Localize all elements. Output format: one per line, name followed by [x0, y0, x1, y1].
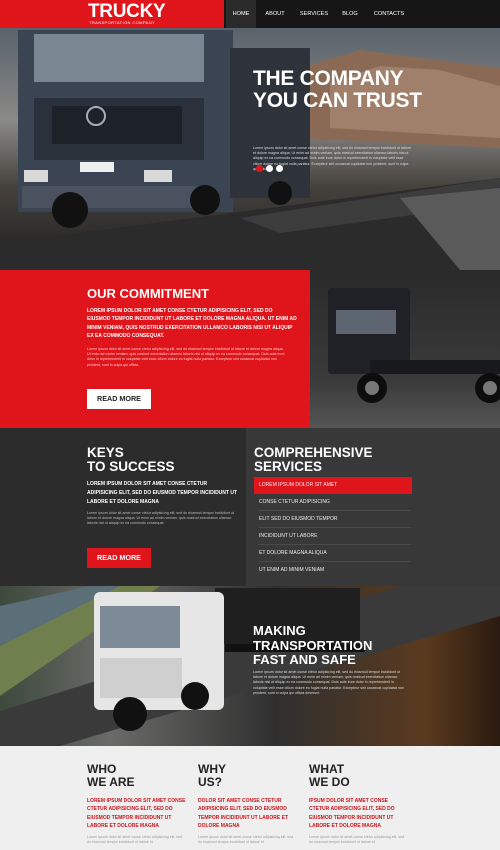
keys-read-more-button[interactable]: READ MORE [87, 548, 151, 568]
nav-blog[interactable]: BLOG [336, 0, 364, 28]
logo-tagline: TRANSPORTATION COMPANY [89, 20, 156, 25]
who-title: WHO WE ARE [87, 763, 135, 789]
slider-dot-1[interactable] [256, 165, 263, 172]
nav-contacts[interactable]: CONTACTS [366, 0, 412, 28]
truck-image [0, 30, 500, 270]
service-item-1[interactable]: LOREM IPSUM DOLOR SIT AMET [259, 477, 411, 494]
white-truck-image [0, 586, 500, 746]
hero-title: THE COMPANY YOU CAN TRUST [253, 68, 422, 112]
commitment-lead: LOREM IPSUM DOLOR SIT AMET CONSE CTETUR … [87, 308, 297, 339]
what-title-line2: WE DO [309, 775, 350, 789]
keys-lead: LOREM IPSUM DOLOR SIT AMET CONSE CTETUR … [87, 481, 237, 505]
hero-title-line1: THE COMPANY [253, 67, 404, 90]
services-title-line2: SERVICES [254, 459, 323, 474]
making-section [0, 586, 500, 746]
nav-home[interactable]: HOME [226, 0, 256, 28]
commitment-read-more-button[interactable]: READ MORE [87, 389, 151, 409]
what-title: WHAT WE DO [309, 763, 350, 789]
hero-title-line2: YOU CAN TRUST [253, 89, 422, 112]
slider-dot-3[interactable] [276, 165, 283, 172]
why-title: WHY US? [198, 763, 226, 789]
why-title-line2: US? [198, 775, 222, 789]
what-lead: IPSUM DOLOR SIT AMET CONSE CTETUR ADIPIS… [309, 798, 395, 829]
making-title: MAKING TRANSPORTATION FAST AND SAFE [253, 623, 373, 668]
nav-services[interactable]: SERVICES [294, 0, 334, 28]
making-title-line1: MAKING [253, 623, 306, 638]
keys-title-line2: TO SUCCESS [87, 459, 175, 474]
commitment-truck-image [310, 270, 500, 428]
making-text: Lorem ipsum dolor sit amet conse ctetur … [253, 670, 404, 695]
keys-title: KEYS TO SUCCESS [87, 446, 175, 474]
slider-dot-2[interactable] [266, 165, 273, 172]
service-item-2[interactable]: CONSE CTETUR ADIPISICING [259, 494, 411, 511]
why-text: Lorem ipsum dolor sit amet conse ctetur … [198, 835, 294, 845]
who-lead: LOREM IPSUM DOLOR SIT AMET CONSE CTETUR … [87, 798, 186, 829]
hero-banner [0, 28, 500, 270]
keys-text: Lorem ipsum dolor sit amet conse ctetur … [87, 511, 235, 526]
who-text: Lorem ipsum dolor sit amet conse ctetur … [87, 835, 183, 845]
commitment-title: OUR COMMITMENT [87, 286, 210, 301]
why-lead: DOLOR SIT AMET CONSE CTETUR ADIPISICING … [198, 798, 288, 829]
making-title-line3: FAST AND SAFE [253, 652, 356, 667]
service-item-4[interactable]: INCIDIDUNT UT LABORE [259, 528, 411, 545]
commitment-text: Lorem ipsum dolor sit amet conse ctetur … [87, 347, 285, 367]
what-text: Lorem ipsum dolor sit amet conse ctetur … [309, 835, 405, 845]
service-item-5[interactable]: ET DOLORE MAGNA ALIQUA [259, 545, 411, 562]
keys-title-line1: KEYS [87, 445, 124, 460]
service-item-3[interactable]: ELIT SED DO EIUSMOD TEMPOR [259, 511, 411, 528]
who-title-line2: WE ARE [87, 775, 135, 789]
service-item-6[interactable]: UT ENIM AD MINIM VENIAM [259, 562, 411, 579]
services-title: COMPREHENSIVE SERVICES [254, 446, 373, 474]
nav-about[interactable]: ABOUT [258, 0, 292, 28]
making-title-line2: TRANSPORTATION [253, 637, 373, 653]
services-title-line1: COMPREHENSIVE [254, 445, 373, 460]
